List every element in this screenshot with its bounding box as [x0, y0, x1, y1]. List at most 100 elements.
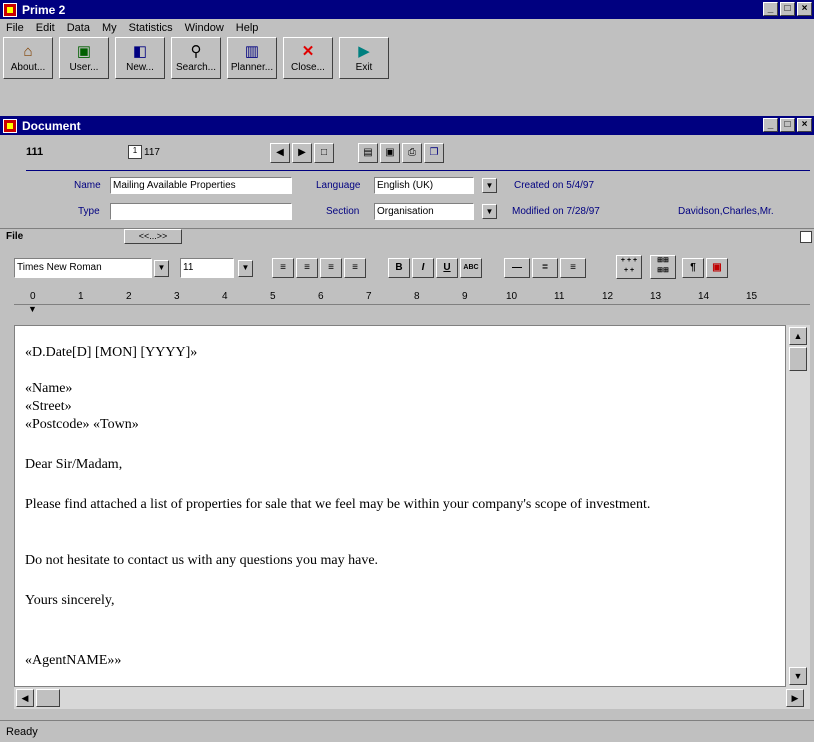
- planner-button[interactable]: ▥ Planner...: [227, 37, 277, 79]
- menu-my[interactable]: My: [96, 22, 123, 34]
- modified-date: Modified on 7/28/97: [512, 206, 600, 217]
- close-window-icon[interactable]: ×: [797, 2, 812, 16]
- line-single-button[interactable]: —: [504, 258, 530, 278]
- menu-bar: File Edit Data My Statistics Window Help: [0, 19, 814, 37]
- about-button[interactable]: ⌂ About...: [3, 37, 53, 79]
- scroll-down-icon[interactable]: ▼: [789, 667, 807, 685]
- section-select[interactable]: Organisation: [374, 203, 474, 220]
- section-label: Section: [326, 206, 360, 217]
- file-nav-button[interactable]: <<...>>: [124, 229, 182, 244]
- new-button[interactable]: ◧ New...: [115, 37, 165, 79]
- chevron-down-icon[interactable]: ▼: [482, 204, 497, 219]
- user-button[interactable]: ▣ User...: [59, 37, 109, 79]
- scroll-left-icon[interactable]: ◀: [16, 689, 34, 707]
- agent-merge-field: «AgentNAME»»: [25, 653, 122, 668]
- insert-field-button[interactable]: ▣: [706, 258, 728, 278]
- ruler-tick: 0: [30, 291, 36, 302]
- file-restore-icon[interactable]: [800, 231, 812, 243]
- line-spacing-double-icon: =: [542, 262, 548, 273]
- menu-help[interactable]: Help: [230, 22, 265, 34]
- ruler-tick: 12: [602, 291, 614, 302]
- bold-button[interactable]: B: [388, 258, 410, 278]
- font-size-select[interactable]: 11: [180, 258, 234, 278]
- menu-window[interactable]: Window: [179, 22, 230, 34]
- ruler-tick: 11: [554, 291, 565, 302]
- menu-data[interactable]: Data: [61, 22, 96, 34]
- next-record-button[interactable]: ▶: [292, 143, 312, 163]
- menu-edit[interactable]: Edit: [30, 22, 61, 34]
- save-record-button[interactable]: ▣: [380, 143, 400, 163]
- author-name: Davidson,Charles,Mr.: [678, 206, 774, 217]
- app-title-bar[interactable]: Prime 2 _ □ ×: [0, 0, 814, 19]
- copy-button[interactable]: ❐: [424, 143, 444, 163]
- search-button[interactable]: ⚲ Search...: [171, 37, 221, 79]
- menu-statistics[interactable]: Statistics: [123, 22, 179, 34]
- font-select[interactable]: Times New Roman: [14, 258, 152, 278]
- name-field[interactable]: Mailing Available Properties: [110, 177, 292, 194]
- triangle-right-icon: ▶: [298, 147, 306, 158]
- scroll-thumb[interactable]: [789, 347, 807, 371]
- scroll-up-icon[interactable]: ▲: [789, 327, 807, 345]
- new-record-button[interactable]: □: [314, 143, 334, 163]
- horizontal-scrollbar[interactable]: ◀ ▶: [14, 687, 810, 709]
- minimize-icon[interactable]: _: [763, 2, 778, 16]
- chevron-down-icon[interactable]: ▼: [238, 260, 253, 277]
- copy-icon: ❐: [429, 147, 439, 158]
- ruler-tick: 3: [174, 291, 180, 302]
- print-button[interactable]: ⎙: [402, 143, 422, 163]
- table-button[interactable]: ⊞⊞ ⊞⊞: [650, 255, 676, 279]
- type-label: Type: [78, 206, 100, 217]
- postcode-town-merge-field: «Postcode» «Town»: [25, 417, 139, 432]
- view-button[interactable]: ▤: [358, 143, 378, 163]
- planner-icon: ▥: [244, 43, 260, 60]
- ruler-tick: 2: [126, 291, 132, 302]
- closing: Yours sincerely,: [25, 593, 115, 608]
- document-icon: [3, 118, 17, 133]
- file-label: File: [6, 231, 24, 242]
- indent-marker-icon[interactable]: ▼: [28, 304, 37, 314]
- created-date: Created on 5/4/97: [514, 180, 595, 191]
- menu-file[interactable]: File: [0, 22, 30, 34]
- doc-minimize-icon[interactable]: _: [763, 118, 778, 132]
- exit-button[interactable]: ▶ Exit: [339, 37, 389, 79]
- italic-icon: I: [421, 262, 425, 273]
- record-number[interactable]: 1 117: [128, 145, 160, 159]
- spellcheck-button[interactable]: ABC: [460, 258, 482, 278]
- underline-button[interactable]: U: [436, 258, 458, 278]
- status-bar: Ready: [0, 720, 814, 742]
- hscroll-thumb[interactable]: [36, 689, 60, 707]
- indent-button[interactable]: + + + + +: [616, 255, 642, 279]
- prev-record-button[interactable]: ◀: [270, 143, 290, 163]
- salutation: Dear Sir/Madam,: [25, 457, 123, 472]
- type-field[interactable]: [110, 203, 292, 220]
- line-double-button[interactable]: =: [532, 258, 558, 278]
- main-toolbar: ⌂ About... ▣ User... ◧ New... ⚲ Search..…: [3, 37, 395, 81]
- name-label: Name: [74, 180, 101, 191]
- document-editor[interactable]: «D.Date[D] [MON] [YYYY]» «Name» «Street»…: [14, 325, 786, 687]
- chevron-down-icon[interactable]: ▼: [154, 260, 169, 277]
- doc-close-icon[interactable]: ×: [797, 118, 812, 132]
- doc-maximize-icon[interactable]: □: [780, 118, 795, 132]
- line-triple-button[interactable]: ≡: [560, 258, 586, 278]
- justify-button[interactable]: ≡: [344, 258, 366, 278]
- align-center-icon: ≡: [304, 262, 310, 273]
- close-button[interactable]: ✕ Close...: [283, 37, 333, 79]
- maximize-icon[interactable]: □: [780, 2, 795, 16]
- italic-button[interactable]: I: [412, 258, 434, 278]
- blank-page-icon: □: [320, 147, 328, 158]
- ruler-tick: 7: [366, 291, 372, 302]
- name-merge-field: «Name»: [25, 381, 73, 396]
- align-left-button[interactable]: ≡: [272, 258, 294, 278]
- align-right-button[interactable]: ≡: [320, 258, 342, 278]
- align-center-button[interactable]: ≡: [296, 258, 318, 278]
- paragraph-marks-button[interactable]: ¶: [682, 258, 704, 278]
- scroll-right-icon[interactable]: ▶: [786, 689, 804, 707]
- ruler-tick: 14: [698, 291, 710, 302]
- ruler[interactable]: 0 1 2 3 4 5 6 7 8 9 10 11 12 13 14 15 ▼: [14, 287, 810, 315]
- chevron-down-icon[interactable]: ▼: [482, 178, 497, 193]
- vertical-scrollbar[interactable]: ▲ ▼: [786, 325, 810, 687]
- about-icon: ⌂: [23, 43, 33, 60]
- ruler-tick: 8: [414, 291, 420, 302]
- language-select[interactable]: English (UK): [374, 177, 474, 194]
- document-title-bar[interactable]: Document _ □ ×: [0, 116, 814, 135]
